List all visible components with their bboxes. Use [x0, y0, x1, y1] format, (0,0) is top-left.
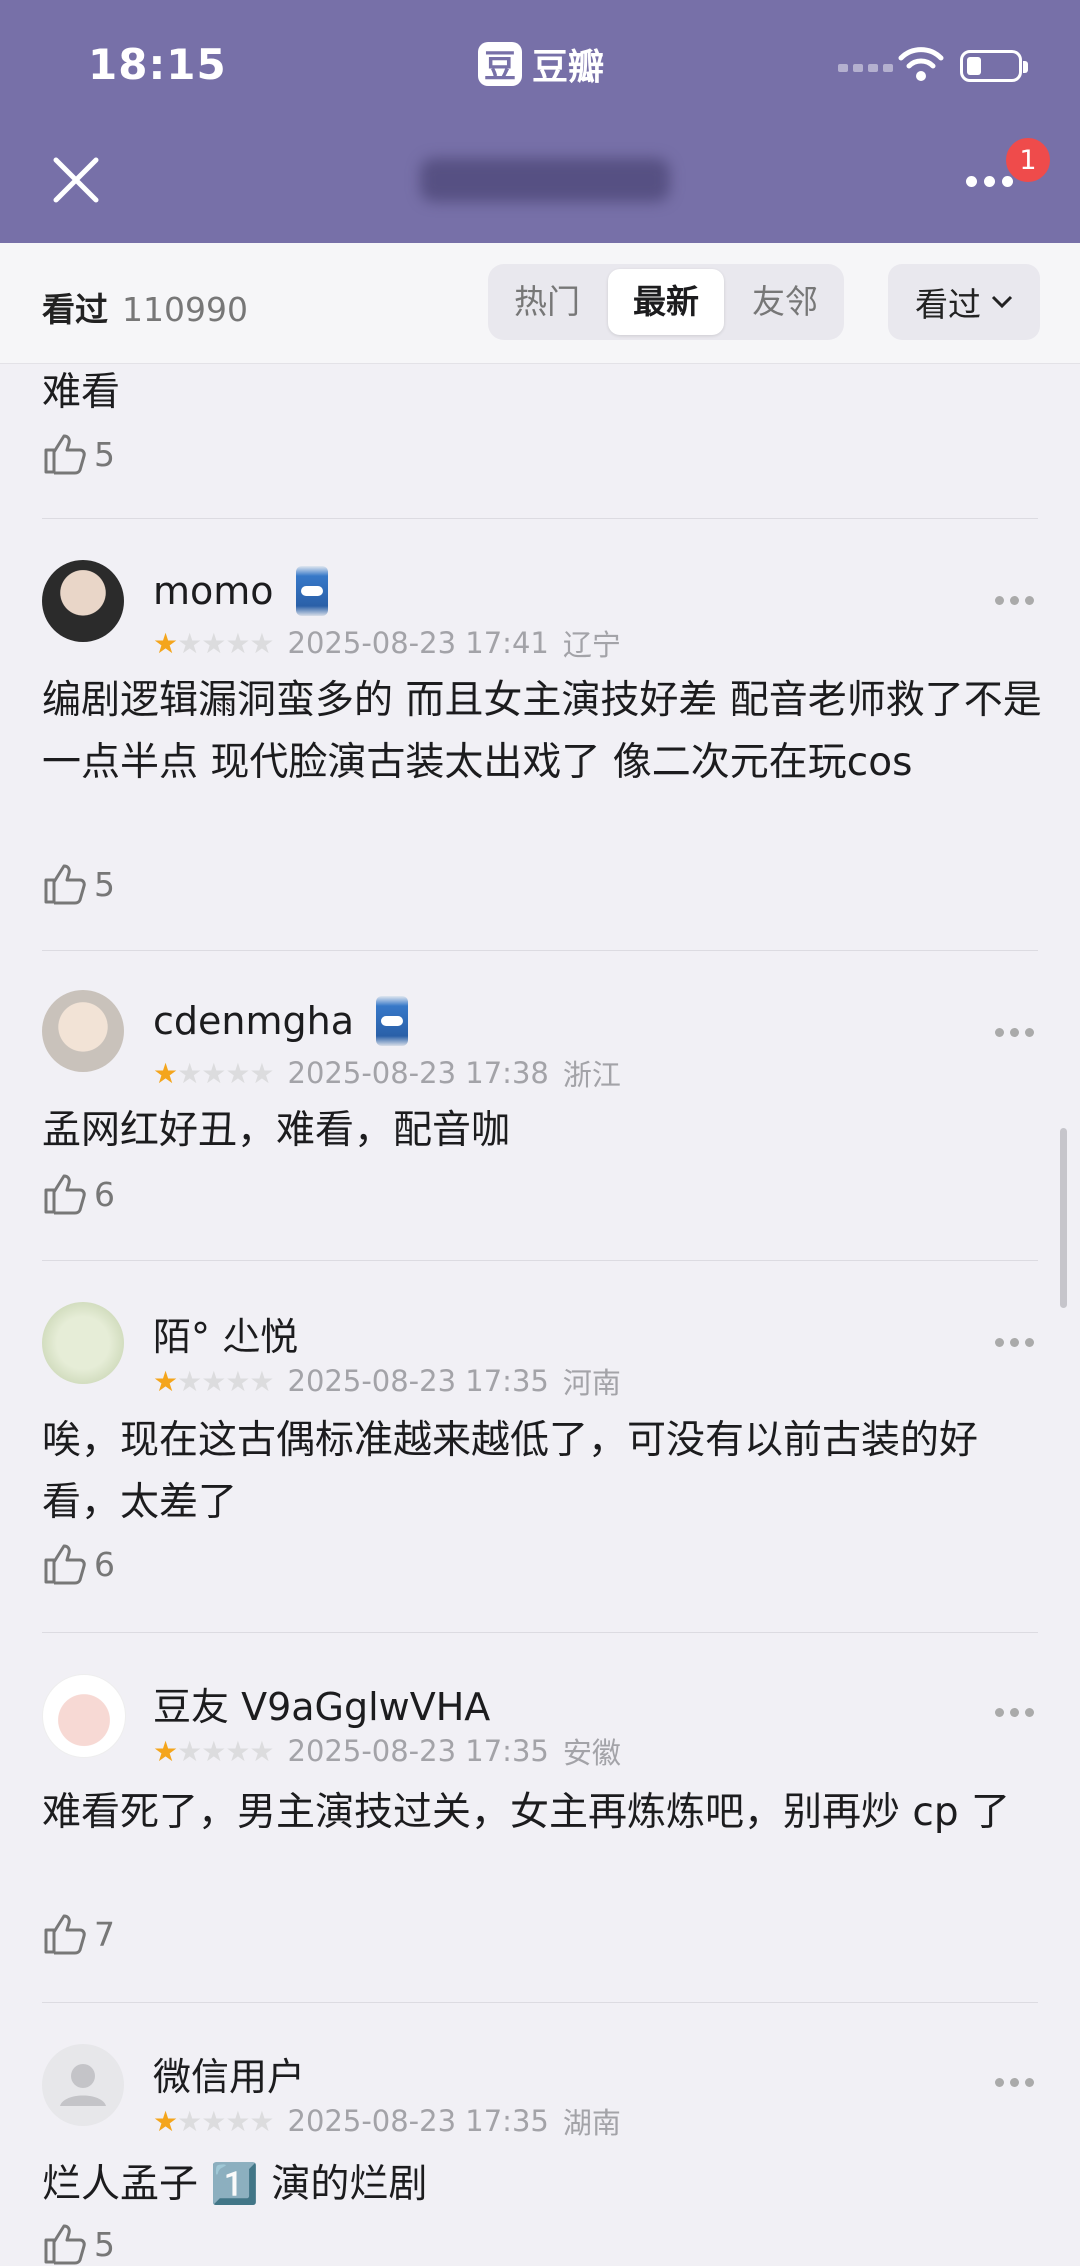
- thumbs-up-icon: [44, 1174, 86, 1215]
- username[interactable]: 微信用户: [153, 2046, 305, 2101]
- review-more-button[interactable]: [995, 2078, 1034, 2087]
- divider: [42, 518, 1038, 519]
- like-button[interactable]: 6: [42, 1172, 115, 1216]
- review-more-button[interactable]: [995, 1338, 1034, 1347]
- thumbs-up-icon: [44, 864, 86, 905]
- like-button[interactable]: 5: [42, 432, 115, 476]
- avatar[interactable]: [42, 1302, 124, 1384]
- like-button[interactable]: 7: [42, 1912, 115, 1956]
- review-meta: ★★★★★ 2025-08-23 17:41 辽宁: [153, 626, 621, 662]
- divider: [42, 950, 1038, 951]
- avatar[interactable]: [42, 2044, 124, 2126]
- thumbs-up-icon: [44, 1914, 86, 1955]
- battery-icon: [960, 50, 1028, 82]
- username[interactable]: cdenmgha: [153, 996, 408, 1046]
- review-more-button[interactable]: [995, 1708, 1034, 1717]
- rating-stars: ★★★★★: [153, 626, 275, 660]
- divider: [42, 1632, 1038, 1633]
- avatar[interactable]: [42, 1674, 126, 1758]
- sort-segmented-control: 热门 最新 友邻: [488, 264, 844, 340]
- review-more-button[interactable]: [995, 596, 1034, 605]
- more-options-button[interactable]: [966, 176, 1013, 187]
- rating-stars: ★★★★★: [153, 1056, 275, 1090]
- scrollbar[interactable]: [1060, 1128, 1067, 1308]
- rating-stars: ★★★★★: [153, 2104, 275, 2138]
- review-meta: ★★★★★ 2025-08-23 17:35 安徽: [153, 1734, 621, 1770]
- divider: [42, 1260, 1038, 1261]
- page-title-blurred: [420, 158, 670, 202]
- review-text: 孟网红好丑，难看，配音咖: [42, 1108, 511, 1153]
- default-user-icon: [60, 2064, 106, 2106]
- filter-bar: 看过 110990 热门 最新 友邻 看过: [0, 243, 1080, 364]
- thumbs-up-icon: [44, 1544, 86, 1585]
- review-meta: ★★★★★ 2025-08-23 17:38 浙江: [153, 1056, 621, 1092]
- like-button[interactable]: 5: [42, 2222, 115, 2266]
- like-button[interactable]: 5: [42, 862, 115, 906]
- close-button[interactable]: [48, 152, 104, 208]
- username[interactable]: momo: [153, 566, 328, 616]
- rating-stars: ★★★★★: [153, 1734, 275, 1768]
- brand-logo-icon: 豆: [478, 42, 522, 86]
- review-more-button[interactable]: [995, 1028, 1034, 1037]
- review-text: 烂人孟子 1️⃣ 演的烂剧: [42, 2162, 428, 2207]
- status-time: 18:15: [88, 40, 227, 89]
- tab-latest[interactable]: 最新: [608, 269, 724, 335]
- wifi-icon: [898, 44, 944, 88]
- review-text: 难看: [42, 370, 121, 415]
- review-text: 难看死了，男主演技过关，女主再炼炼吧，别再炒 cp 了: [42, 1790, 1010, 1835]
- review-text: 唉，现在这古偶标准越来越低了，可没有以前古装的好看，太差了: [42, 1418, 979, 1525]
- like-button[interactable]: 6: [42, 1542, 115, 1586]
- review-text: 编剧逻辑漏洞蛮多的 而且女主演技好差 配音老师救了不是一点半点 现代脸演古装太出…: [42, 678, 1042, 785]
- tab-friends[interactable]: 友邻: [726, 269, 844, 335]
- rating-stars: ★★★★★: [153, 1364, 275, 1398]
- beer-can-badge-icon: [295, 566, 328, 616]
- app-brand: 豆 豆瓣: [478, 38, 604, 90]
- review-meta: ★★★★★ 2025-08-23 17:35 河南: [153, 1364, 621, 1400]
- divider: [42, 2002, 1038, 2003]
- notification-badge: 1: [1004, 136, 1052, 184]
- close-icon: [53, 157, 99, 203]
- chevron-down-icon: [991, 295, 1013, 309]
- username[interactable]: 豆友 V9aGglwVHA: [153, 1676, 490, 1731]
- watched-count: 看过 110990: [42, 290, 248, 329]
- thumbs-up-icon: [44, 434, 86, 475]
- tab-hot[interactable]: 热门: [488, 269, 606, 335]
- cellular-signal-icon: [838, 64, 893, 72]
- brand-name: 豆瓣: [532, 47, 605, 88]
- username[interactable]: 陌° 尐悦: [153, 1306, 298, 1361]
- status-dropdown[interactable]: 看过: [888, 264, 1040, 340]
- top-header: 18:15 豆 豆瓣 1: [0, 0, 1080, 243]
- thumbs-up-icon: [44, 2224, 86, 2265]
- beer-can-badge-icon: [375, 996, 408, 1046]
- avatar[interactable]: [42, 990, 124, 1072]
- review-meta: ★★★★★ 2025-08-23 17:35 湖南: [153, 2104, 621, 2140]
- avatar[interactable]: [42, 560, 124, 642]
